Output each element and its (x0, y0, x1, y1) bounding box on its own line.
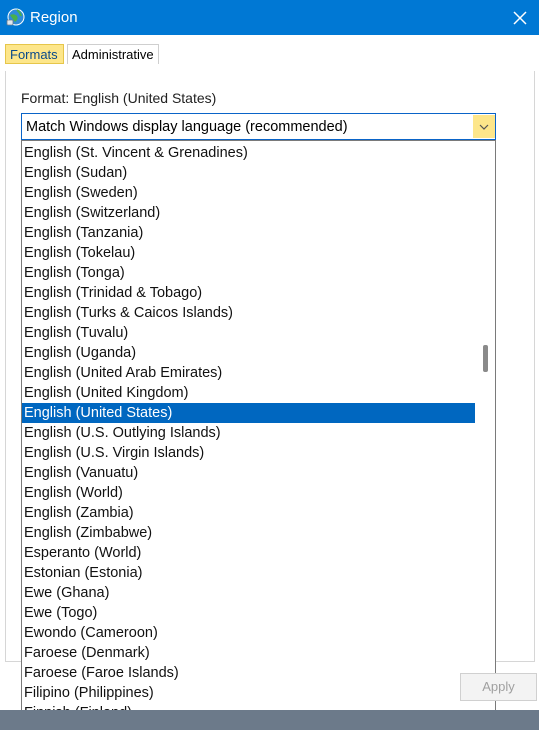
tab-bar: Formats Administrative (0, 35, 539, 71)
list-item[interactable]: English (Turks & Caicos Islands) (22, 303, 475, 323)
format-dropdown-list[interactable]: English (St. Vincent & Grenadines) Englis… (21, 140, 496, 730)
list-item[interactable]: Faroese (Denmark) (22, 643, 475, 663)
list-item[interactable]: English (Switzerland) (22, 203, 475, 223)
list-item[interactable]: English (U.S. Outlying Islands) (22, 423, 475, 443)
region-globe-icon (5, 7, 25, 27)
list-item[interactable]: English (Sweden) (22, 183, 475, 203)
list-item[interactable]: English (Zambia) (22, 503, 475, 523)
list-item[interactable]: Estonian (Estonia) (22, 563, 475, 583)
scroll-thumb[interactable] (483, 345, 488, 372)
list-item[interactable]: English (Uganda) (22, 343, 475, 363)
list-item[interactable]: English (St. Vincent & Grenadines) (22, 143, 475, 163)
list-item[interactable]: Faroese (Faroe Islands) (22, 663, 475, 683)
list-item[interactable]: English (Sudan) (22, 163, 475, 183)
list-item[interactable]: Filipino (Philippines) (22, 683, 475, 703)
list-item[interactable]: Ewondo (Cameroon) (22, 623, 475, 643)
close-icon (513, 11, 527, 25)
list-item[interactable]: Ewe (Togo) (22, 603, 475, 623)
format-combobox[interactable]: Match Windows display language (recommen… (21, 113, 496, 140)
chevron-down-icon (479, 124, 489, 130)
format-label: Format: English (United States) (21, 90, 217, 106)
dropdown-button[interactable] (473, 115, 495, 138)
list-item[interactable]: English (United Kingdom) (22, 383, 475, 403)
list-item[interactable]: English (Tanzania) (22, 223, 475, 243)
tab-formats[interactable]: Formats (5, 44, 64, 64)
desktop-background-strip (0, 710, 539, 730)
list-item[interactable]: Ewe (Ghana) (22, 583, 475, 603)
apply-button[interactable]: Apply (460, 673, 537, 701)
list-item[interactable]: Esperanto (World) (22, 543, 475, 563)
list-item[interactable]: English (Tonga) (22, 263, 475, 283)
close-button[interactable] (507, 5, 533, 31)
list-item[interactable]: English (Zimbabwe) (22, 523, 475, 543)
tab-administrative[interactable]: Administrative (67, 44, 159, 64)
list-item[interactable]: English (United States) (22, 403, 475, 423)
list-item[interactable]: English (U.S. Virgin Islands) (22, 443, 475, 463)
window-title: Region (30, 9, 78, 26)
list-item[interactable]: English (Vanuatu) (22, 463, 475, 483)
list-item[interactable]: English (Tokelau) (22, 243, 475, 263)
combo-value: Match Windows display language (recommen… (26, 119, 348, 135)
list-items: English (St. Vincent & Grenadines) Englis… (22, 143, 475, 730)
list-item[interactable]: English (Trinidad & Tobago) (22, 283, 475, 303)
list-item[interactable]: English (Tuvalu) (22, 323, 475, 343)
title-bar: Region (0, 0, 539, 35)
list-item[interactable]: English (United Arab Emirates) (22, 363, 475, 383)
list-item[interactable]: English (World) (22, 483, 475, 503)
list-scrollbar[interactable] (475, 141, 495, 730)
